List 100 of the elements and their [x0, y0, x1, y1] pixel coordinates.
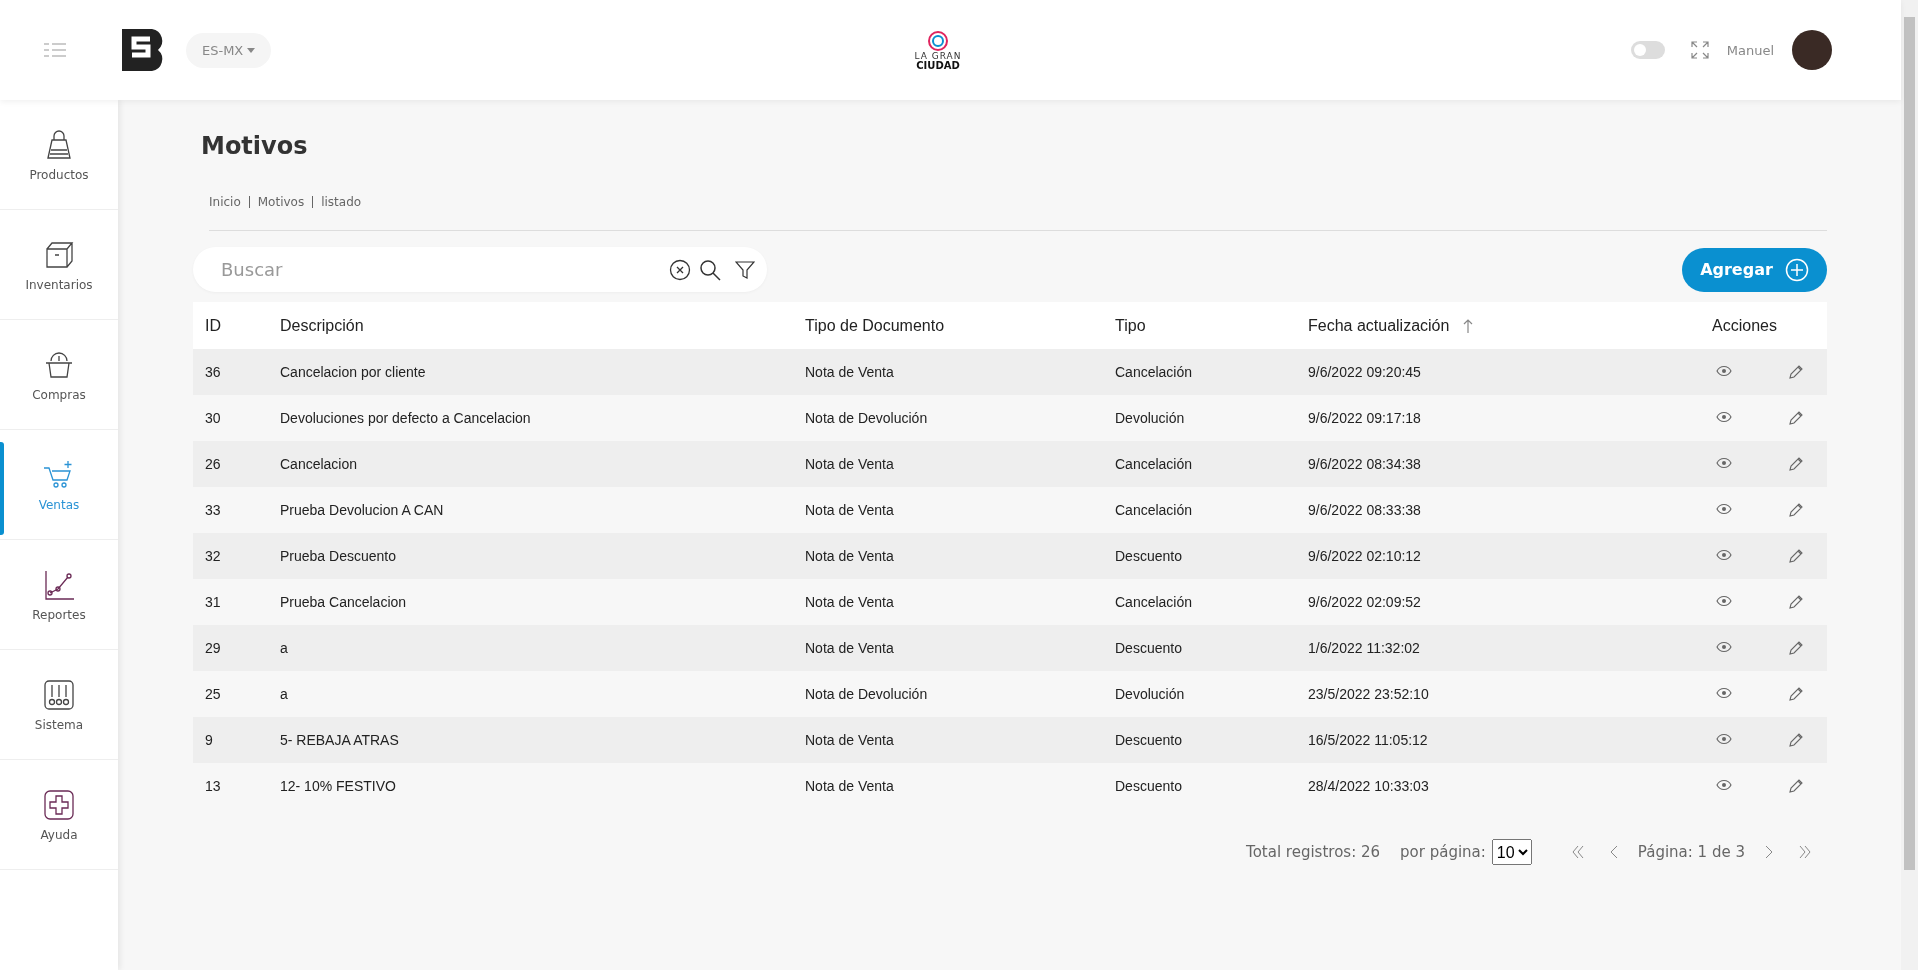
breadcrumb-link[interactable]: Inicio — [209, 196, 249, 208]
total-records: Total registros: 26 — [1246, 843, 1381, 861]
sidebar-item[interactable]: Reportes — [0, 540, 118, 650]
table-cell: Nota de Venta — [793, 763, 1103, 809]
table-cell: Devolución — [1103, 395, 1296, 441]
table-cell: Descuento — [1103, 763, 1296, 809]
table-cell: 9/6/2022 09:20:45 — [1296, 349, 1662, 395]
sidebar-item[interactable]: Sistema — [0, 650, 118, 760]
column-header[interactable]: Descripción — [280, 316, 364, 334]
column-header: Acciones — [1712, 316, 1777, 334]
table-cell: Nota de Venta — [793, 441, 1103, 487]
column-header[interactable]: Tipo de Documento — [805, 316, 945, 334]
sidebar-item[interactable]: Productos — [0, 100, 118, 210]
table-cell: Nota de Devolución — [793, 671, 1103, 717]
eye-icon[interactable] — [1716, 732, 1732, 745]
eye-icon[interactable] — [1716, 594, 1732, 607]
table-cell: Prueba Cancelacion — [268, 579, 793, 625]
table-cell: 9 — [193, 717, 268, 763]
toggle-switch[interactable] — [1630, 41, 1665, 59]
table-cell: 5- REBAJA ATRAS — [268, 717, 793, 763]
medical-cross-icon — [42, 787, 76, 822]
table-cell: Nota de Venta — [793, 717, 1103, 763]
sidebar-item[interactable]: Inventarios — [0, 210, 118, 320]
column-header[interactable]: Fecha actualización — [1308, 316, 1450, 334]
table-cell: Descuento — [1103, 625, 1296, 671]
eye-icon[interactable] — [1716, 410, 1732, 423]
pencil-icon[interactable] — [1788, 686, 1803, 702]
column-header[interactable]: ID — [205, 316, 221, 334]
page-title: Motivos — [201, 132, 309, 160]
column-header[interactable]: Tipo — [1115, 316, 1146, 334]
table-cell: Nota de Venta — [793, 349, 1103, 395]
sidebar-item[interactable]: Compras — [0, 320, 118, 430]
table-cell: 9/6/2022 08:34:38 — [1296, 441, 1662, 487]
table-cell: Cancelación — [1103, 579, 1296, 625]
table-cell: 9/6/2022 08:33:38 — [1296, 487, 1662, 533]
table-cell: 12- 10% FESTIVO — [268, 763, 793, 809]
control-panel-icon — [42, 677, 76, 712]
eye-icon[interactable] — [1716, 640, 1732, 653]
eye-icon[interactable] — [1716, 548, 1732, 561]
table-cell: 13 — [193, 763, 268, 809]
table-cell: 26 — [193, 441, 268, 487]
table-cell: Descuento — [1103, 717, 1296, 763]
table-cell: Cancelación — [1103, 487, 1296, 533]
add-button[interactable]: Agregar — [1682, 247, 1827, 292]
table-cell: 9/6/2022 02:09:52 — [1296, 579, 1662, 625]
page-indicator: Página: 1 de 3 — [1637, 843, 1745, 861]
plus-circle-icon — [1784, 257, 1809, 282]
eye-icon[interactable] — [1716, 686, 1732, 699]
pencil-icon[interactable] — [1788, 640, 1803, 656]
table-cell: Cancelación — [1103, 441, 1296, 487]
per-page-select[interactable]: 10 — [1491, 839, 1532, 865]
sort-arrow-icon[interactable] — [1463, 319, 1474, 334]
table-cell: Devolución — [1103, 671, 1296, 717]
table-cell: Prueba Descuento — [268, 533, 793, 579]
table-cell: Cancelacion — [268, 441, 793, 487]
sidebar-item[interactable]: Ayuda — [0, 760, 118, 870]
table-cell: Cancelación — [1103, 349, 1296, 395]
table-cell: 36 — [193, 349, 268, 395]
pencil-icon[interactable] — [1788, 732, 1803, 748]
fullscreen-icon[interactable] — [1690, 41, 1709, 59]
eye-icon[interactable] — [1716, 502, 1732, 515]
pencil-icon[interactable] — [1788, 502, 1803, 518]
first-page-icon[interactable] — [1571, 845, 1584, 859]
pencil-icon[interactable] — [1788, 364, 1803, 380]
pencil-icon[interactable] — [1788, 778, 1803, 794]
user-name: Manuel — [1726, 42, 1774, 58]
table-cell: Nota de Venta — [793, 487, 1103, 533]
table-cell: 1/6/2022 11:32:02 — [1296, 625, 1662, 671]
avatar-circle[interactable] — [1792, 30, 1832, 70]
pencil-icon[interactable] — [1788, 594, 1803, 610]
table-cell: 16/5/2022 11:05:12 — [1296, 717, 1662, 763]
table-cell: 28/4/2022 10:33:03 — [1296, 763, 1662, 809]
eye-icon[interactable] — [1716, 364, 1732, 377]
pencil-icon[interactable] — [1788, 548, 1803, 564]
next-page-icon[interactable] — [1765, 845, 1773, 859]
search-icon[interactable] — [699, 258, 721, 281]
company-logo: LA GRAN CIUDAD — [914, 29, 962, 71]
table-cell: Prueba Devolucion A CAN — [268, 487, 793, 533]
clear-icon[interactable] — [669, 258, 691, 281]
table-cell: Nota de Venta — [793, 625, 1103, 671]
pencil-icon[interactable] — [1788, 456, 1803, 472]
sidebar-item[interactable]: Ventas — [0, 430, 118, 540]
pencil-icon[interactable] — [1788, 410, 1803, 426]
filter-icon[interactable] — [735, 259, 755, 280]
last-page-icon[interactable] — [1799, 845, 1811, 859]
table-cell: 23/5/2022 23:52:10 — [1296, 671, 1662, 717]
table-cell: a — [268, 625, 793, 671]
table-cell: Descuento — [1103, 533, 1296, 579]
table-cell: Devoluciones por defecto a Cancelacion — [268, 395, 793, 441]
scrollbar[interactable] — [1901, 0, 1918, 970]
eye-icon[interactable] — [1716, 456, 1732, 469]
table-cell: Nota de Venta — [793, 533, 1103, 579]
previous-page-icon[interactable] — [1609, 845, 1618, 859]
table-cell: 32 — [193, 533, 268, 579]
search-field[interactable]: Buscar — [219, 258, 661, 281]
table-cell: 33 — [193, 487, 268, 533]
per-page-label: por página: — [1400, 843, 1486, 861]
table-cell: 29 — [193, 625, 268, 671]
eye-icon[interactable] — [1716, 778, 1732, 791]
search-bar[interactable]: Buscar — [193, 247, 767, 292]
